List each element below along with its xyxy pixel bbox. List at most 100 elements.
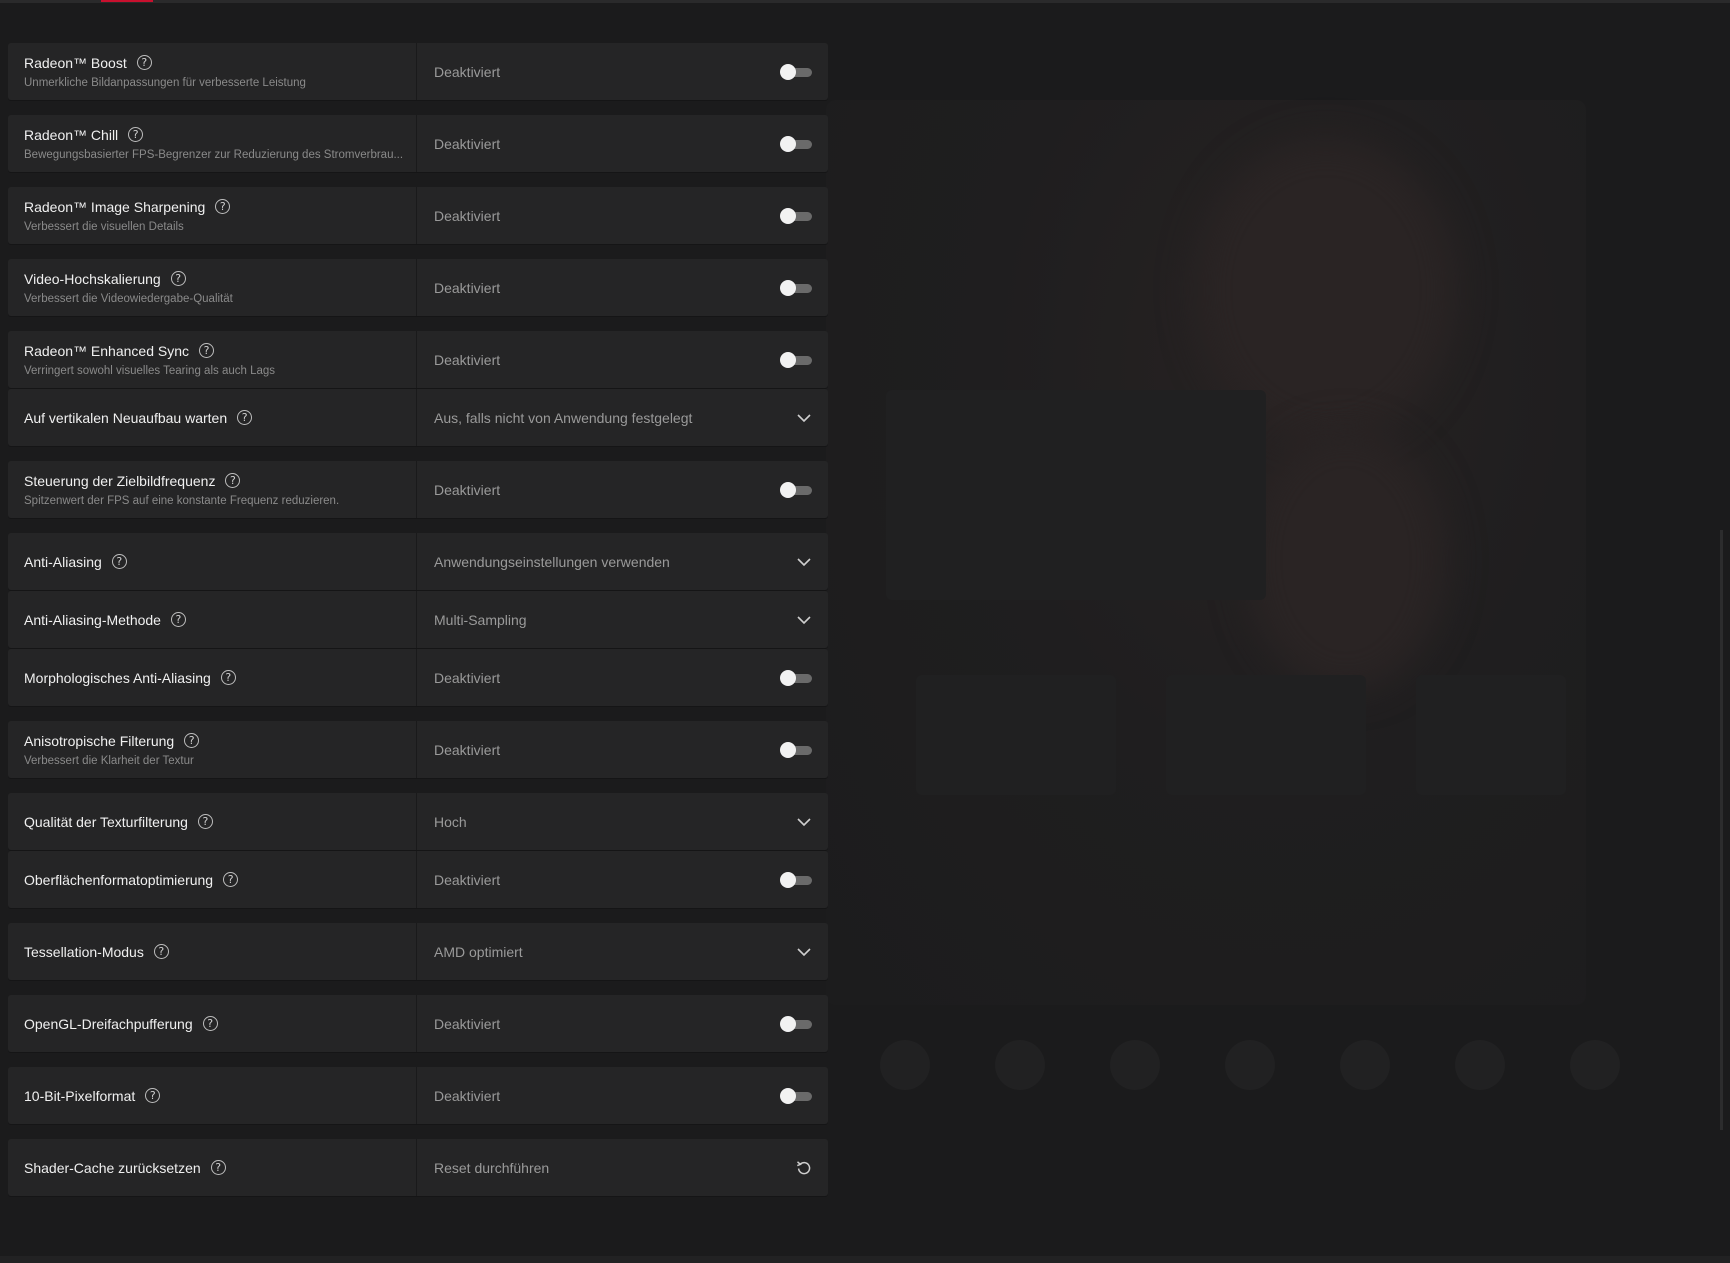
setting-control[interactable]: Deaktiviert	[417, 649, 828, 706]
help-icon[interactable]: ?	[170, 271, 186, 286]
setting-label: 10-Bit-Pixelformat?	[8, 1067, 417, 1124]
setting-row-surface-format-optimization[interactable]: Oberflächenformatoptimierung? Deaktivier…	[8, 851, 828, 908]
setting-control[interactable]: Deaktiviert	[417, 43, 828, 100]
setting-control[interactable]: Deaktiviert	[417, 461, 828, 518]
setting-description: Verbessert die Videowiedergabe-Qualität	[24, 292, 233, 305]
help-icon[interactable]: ?	[199, 343, 214, 358]
setting-label: OpenGL-Dreifachpufferung?	[8, 995, 417, 1052]
setting-row-texture-filtering-quality[interactable]: Qualität der Texturfilterung? Hoch	[8, 793, 828, 850]
help-icon[interactable]: ?	[210, 1160, 226, 1175]
toggle-icon[interactable]	[780, 1087, 812, 1104]
setting-label: Steuerung der Zielbildfrequenz? Spitzenw…	[8, 461, 417, 518]
setting-label: Radeon™ Enhanced Sync? Verringert sowohl…	[8, 331, 417, 388]
setting-dropdown[interactable]: Anwendungseinstellungen verwenden	[417, 533, 828, 590]
setting-row-anti-aliasing-method[interactable]: Anti-Aliasing-Methode? Multi-Sampling	[8, 591, 828, 648]
toggle-icon[interactable]	[780, 1015, 812, 1032]
setting-label: Video-Hochskalierung? Verbessert die Vid…	[8, 259, 417, 316]
bottom-border	[0, 1256, 1730, 1263]
setting-value: Deaktiviert	[434, 1015, 501, 1032]
setting-row-video-upscaling[interactable]: Video-Hochskalierung? Verbessert die Vid…	[8, 259, 828, 316]
toggle-icon[interactable]	[780, 351, 812, 368]
help-icon[interactable]: ?	[153, 944, 169, 959]
toggle-icon[interactable]	[780, 669, 812, 686]
toggle-icon[interactable]	[780, 741, 812, 758]
help-icon[interactable]: ?	[128, 127, 144, 142]
setting-title: OpenGL-Dreifachpufferung	[24, 1015, 193, 1032]
setting-row-image-sharpening[interactable]: Radeon™ Image Sharpening? Verbessert die…	[8, 187, 828, 244]
reset-button[interactable]: Reset durchführen	[417, 1139, 828, 1196]
setting-value: Deaktiviert	[434, 871, 501, 888]
setting-title: Steuerung der Zielbildfrequenz	[24, 472, 216, 489]
setting-description: Bewegungsbasierter FPS-Begrenzer zur Red…	[24, 148, 404, 161]
setting-description: Spitzenwert der FPS auf eine konstante F…	[24, 494, 340, 507]
chevron-down-icon[interactable]	[796, 947, 812, 957]
setting-control[interactable]: Deaktiviert	[417, 331, 828, 388]
help-icon[interactable]: ?	[225, 473, 241, 488]
setting-value: AMD optimiert	[434, 943, 523, 960]
help-icon[interactable]: ?	[111, 554, 127, 569]
setting-row-opengl-triple-buffering[interactable]: OpenGL-Dreifachpufferung? Deaktiviert	[8, 995, 828, 1052]
setting-control[interactable]: Deaktiviert	[417, 187, 828, 244]
setting-row-anisotropic-filtering[interactable]: Anisotropische Filterung? Verbessert die…	[8, 721, 828, 778]
setting-value: Deaktiviert	[434, 207, 501, 224]
chevron-down-icon[interactable]	[796, 615, 812, 625]
setting-value: Deaktiviert	[434, 481, 501, 498]
setting-title: Oberflächenformatoptimierung	[24, 871, 214, 888]
setting-control[interactable]: Deaktiviert	[417, 1067, 828, 1124]
toggle-icon[interactable]	[780, 207, 812, 224]
toggle-icon[interactable]	[780, 279, 812, 296]
setting-row-radeon-chill[interactable]: Radeon™ Chill? Bewegungsbasierter FPS-Be…	[8, 115, 828, 172]
setting-value: Deaktiviert	[434, 63, 501, 80]
setting-control[interactable]: Deaktiviert	[417, 721, 828, 778]
help-icon[interactable]: ?	[145, 1088, 161, 1103]
help-icon[interactable]: ?	[136, 55, 152, 70]
help-icon[interactable]: ?	[220, 670, 236, 685]
setting-label: Tessellation-Modus?	[8, 923, 417, 980]
setting-row-vsync[interactable]: Auf vertikalen Neuaufbau warten? Aus, fa…	[8, 389, 828, 446]
setting-control[interactable]: Deaktiviert	[417, 115, 828, 172]
setting-label: Qualität der Texturfilterung?	[8, 793, 417, 850]
help-icon[interactable]: ?	[223, 872, 239, 887]
help-icon[interactable]: ?	[184, 733, 200, 748]
setting-title: Radeon™ Enhanced Sync	[24, 342, 189, 359]
toggle-icon[interactable]	[780, 481, 812, 498]
toggle-icon[interactable]	[780, 871, 812, 888]
toggle-icon[interactable]	[780, 135, 812, 152]
setting-row-reset-shader-cache[interactable]: Shader-Cache zurücksetzen? Reset durchfü…	[8, 1139, 828, 1196]
setting-title: Tessellation-Modus	[24, 943, 144, 960]
setting-control[interactable]: Deaktiviert	[417, 995, 828, 1052]
help-icon[interactable]: ?	[202, 1016, 218, 1031]
setting-row-radeon-boost[interactable]: Radeon™ Boost? Unmerkliche Bildanpassung…	[8, 43, 828, 100]
setting-row-enhanced-sync[interactable]: Radeon™ Enhanced Sync? Verringert sowohl…	[8, 331, 828, 388]
setting-dropdown[interactable]: Multi-Sampling	[417, 591, 828, 648]
setting-value: Deaktiviert	[434, 669, 501, 686]
reset-icon[interactable]	[796, 1160, 812, 1176]
chevron-down-icon[interactable]	[796, 817, 812, 827]
toggle-icon[interactable]	[780, 63, 812, 80]
setting-dropdown[interactable]: AMD optimiert	[417, 923, 828, 980]
help-icon[interactable]: ?	[197, 814, 213, 829]
setting-row-10-bit-pixel-format[interactable]: 10-Bit-Pixelformat? Deaktiviert	[8, 1067, 828, 1124]
setting-control[interactable]: Deaktiviert	[417, 851, 828, 908]
scrollbar[interactable]	[1720, 530, 1723, 1130]
help-icon[interactable]: ?	[170, 612, 186, 627]
setting-row-frame-rate-target[interactable]: Steuerung der Zielbildfrequenz? Spitzenw…	[8, 461, 828, 518]
setting-row-morphological-aa[interactable]: Morphologisches Anti-Aliasing? Deaktivie…	[8, 649, 828, 706]
setting-dropdown[interactable]: Hoch	[417, 793, 828, 850]
setting-value: Deaktiviert	[434, 351, 501, 368]
setting-row-tessellation-mode[interactable]: Tessellation-Modus? AMD optimiert	[8, 923, 828, 980]
setting-row-anti-aliasing[interactable]: Anti-Aliasing? Anwendungseinstellungen v…	[8, 533, 828, 590]
help-icon[interactable]: ?	[215, 199, 231, 214]
setting-title: Anti-Aliasing	[24, 553, 102, 570]
chevron-down-icon[interactable]	[796, 557, 812, 567]
setting-label: Anti-Aliasing?	[8, 533, 417, 590]
setting-value: Multi-Sampling	[434, 611, 527, 628]
setting-label: Anti-Aliasing-Methode?	[8, 591, 417, 648]
setting-control[interactable]: Deaktiviert	[417, 259, 828, 316]
setting-dropdown[interactable]: Aus, falls nicht von Anwendung festgeleg…	[417, 389, 828, 446]
setting-title: Anti-Aliasing-Methode	[24, 611, 161, 628]
setting-value: Deaktiviert	[434, 741, 501, 758]
setting-value: Anwendungseinstellungen verwenden	[434, 553, 670, 570]
chevron-down-icon[interactable]	[796, 413, 812, 423]
help-icon[interactable]: ?	[237, 410, 253, 425]
